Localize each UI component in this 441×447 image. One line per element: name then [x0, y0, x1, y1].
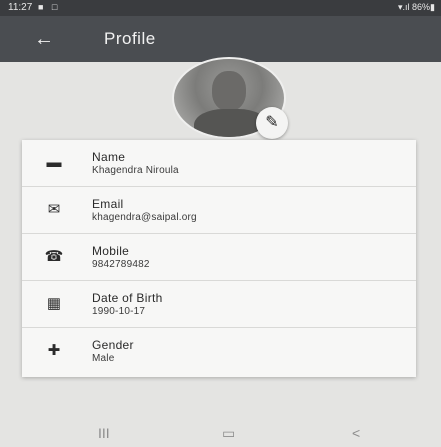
- field-value: khagendra@saipal.org: [92, 212, 197, 223]
- field-label: Mobile: [92, 244, 130, 258]
- app-bar: ← Profile: [0, 16, 441, 62]
- notification-icons: ■ □: [38, 2, 61, 12]
- avatar-container: ✎: [172, 57, 288, 143]
- avatar-head-shape: [212, 71, 246, 111]
- home-icon[interactable]: ▭: [222, 425, 235, 442]
- field-value: Khagendra Niroula: [92, 165, 179, 176]
- field-label: Name: [92, 150, 126, 164]
- field-row-date-of-birth[interactable]: ▦ Date of Birth 1990-10-17: [22, 281, 416, 328]
- field-label: Gender: [92, 338, 134, 352]
- profile-card: ▬ Name Khagendra Niroula ✉ Email khagend…: [22, 140, 416, 377]
- gender-icon: ✚: [47, 342, 61, 359]
- field-row-email[interactable]: ✉ Email khagendra@saipal.org: [22, 187, 416, 234]
- pencil-icon[interactable]: ✎: [256, 107, 288, 139]
- field-value: 1990-10-17: [92, 306, 146, 317]
- field-row-mobile[interactable]: ☎ Mobile 9842789482: [22, 234, 416, 281]
- mail-icon: ✉: [47, 201, 61, 218]
- nav-back-icon[interactable]: <: [352, 425, 360, 441]
- recents-icon[interactable]: III: [98, 425, 110, 441]
- field-row-name[interactable]: ▬ Name Khagendra Niroula: [22, 140, 416, 187]
- field-row-gender[interactable]: ✚ Gender Male: [22, 328, 416, 374]
- arrow-back-icon[interactable]: ←: [28, 24, 60, 54]
- battery-signal-indicator: ▾.ıl 86%▮: [398, 2, 435, 12]
- status-time: 11:27: [8, 2, 33, 13]
- field-value: 9842789482: [92, 259, 150, 270]
- field-label: Date of Birth: [92, 291, 163, 305]
- field-value: Male: [92, 353, 115, 364]
- person-icon: ▬: [46, 154, 62, 171]
- system-nav-bar: III ▭ <: [0, 420, 441, 447]
- calendar-icon: ▦: [46, 295, 62, 312]
- status-bar: 11:27 ■ □ ▾.ıl 86%▮: [0, 0, 441, 16]
- field-label: Email: [92, 197, 124, 211]
- page-title: Profile: [104, 29, 156, 48]
- phone-icon: ☎: [44, 248, 64, 265]
